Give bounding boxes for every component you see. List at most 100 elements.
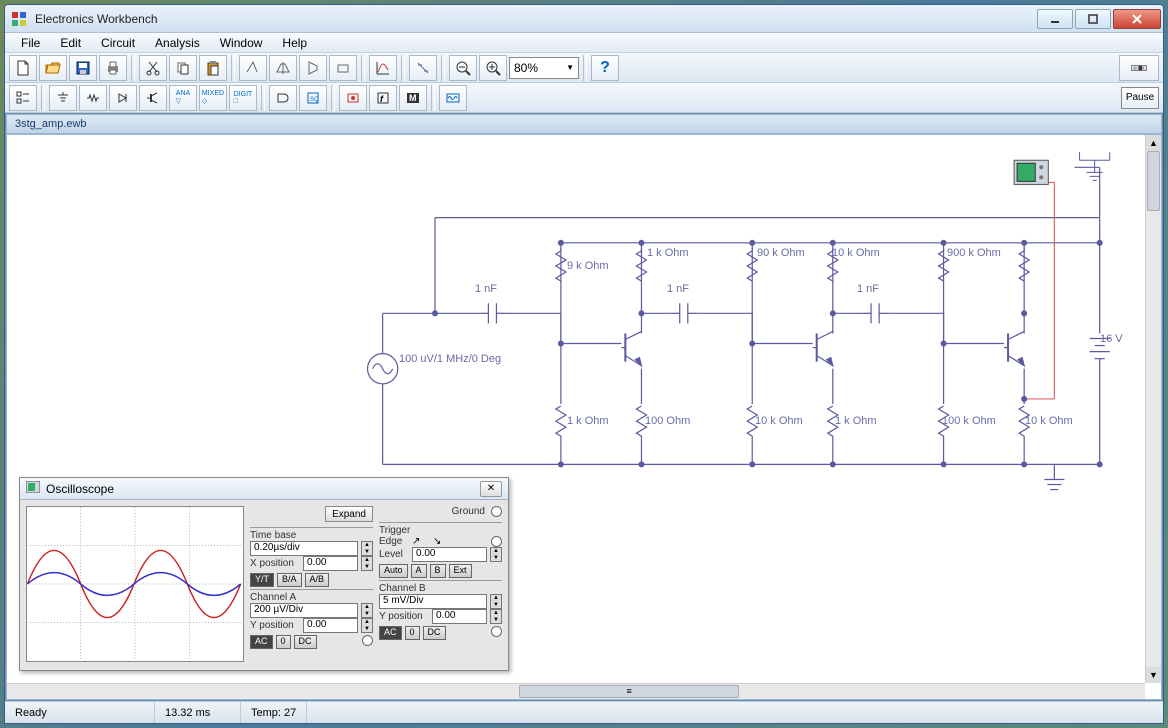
cha-0[interactable]: 0	[276, 635, 291, 649]
save-button[interactable]	[69, 55, 97, 81]
trigger-label: Trigger	[379, 525, 502, 536]
edge-fall[interactable]: ↘	[433, 536, 451, 547]
cut-button[interactable]	[139, 55, 167, 81]
cha-ypos-spin[interactable]: ▲▼	[361, 618, 373, 633]
maximize-button[interactable]	[1075, 9, 1111, 29]
copy-button[interactable]	[169, 55, 197, 81]
r9-label: 1 k Ohm	[835, 415, 877, 427]
new-button[interactable]	[9, 55, 37, 81]
menu-edit[interactable]: Edit	[50, 34, 91, 52]
chb-spin[interactable]: ▲▼	[490, 594, 502, 609]
edge-rise[interactable]: ↗	[412, 536, 430, 547]
zoom-value: 80%	[514, 61, 538, 75]
r4-label: 10 k Ohm	[832, 247, 880, 259]
zoom-out-button[interactable]	[449, 55, 477, 81]
yt-button[interactable]: Y/T	[250, 573, 274, 587]
trig-ext[interactable]: Ext	[449, 564, 472, 578]
simulate-switch[interactable]: OI	[1119, 55, 1159, 81]
subcircuit-button[interactable]	[329, 55, 357, 81]
misc-icon[interactable]: M	[399, 85, 427, 111]
cha-ypos[interactable]: 0.00	[303, 618, 358, 633]
c2-label: 1 nF	[667, 283, 689, 295]
menu-circuit[interactable]: Circuit	[91, 34, 145, 52]
trig-b[interactable]: B	[430, 564, 446, 578]
xpos-input[interactable]: 0.00	[303, 556, 358, 571]
paste-button[interactable]	[199, 55, 227, 81]
cha-probe-radio[interactable]	[362, 635, 373, 646]
graph-button[interactable]	[369, 55, 397, 81]
cha-dc[interactable]: DC	[294, 635, 317, 649]
vertical-scrollbar[interactable]: ▲▼	[1145, 135, 1161, 683]
scope-expand-button[interactable]: Expand	[325, 506, 373, 522]
cha-ac[interactable]: AC	[250, 635, 273, 649]
cha-scale[interactable]: 200 µV/Div	[250, 603, 358, 618]
chb-probe-radio[interactable]	[491, 626, 502, 637]
trig-radio[interactable]	[491, 536, 502, 547]
level-spin[interactable]: ▲▼	[490, 547, 502, 562]
menu-help[interactable]: Help	[272, 34, 317, 52]
transistors-icon[interactable]	[139, 85, 167, 111]
timebase-spin[interactable]: ▲▼	[361, 541, 373, 556]
chb-0[interactable]: 0	[405, 626, 420, 640]
mixed-ics-icon[interactable]: MIXED◇	[199, 85, 227, 111]
pause-button[interactable]: Pause	[1121, 87, 1159, 109]
rotate-button[interactable]	[239, 55, 267, 81]
ab-button[interactable]: A/B	[305, 573, 330, 587]
trig-auto[interactable]: Auto	[379, 564, 408, 578]
trig-level[interactable]: 0.00	[412, 547, 487, 562]
analog-ics-icon[interactable]: ANA▽	[169, 85, 197, 111]
cha-spin[interactable]: ▲▼	[361, 603, 373, 618]
minimize-button[interactable]	[1037, 9, 1073, 29]
digital-icon[interactable]: SQ	[299, 85, 327, 111]
flip-v-button[interactable]	[299, 55, 327, 81]
r1-label: 9 k Ohm	[567, 260, 609, 272]
ground-label: Ground	[452, 506, 485, 517]
chb-ypos-spin[interactable]: ▲▼	[490, 609, 502, 624]
zoom-in-button[interactable]	[479, 55, 507, 81]
digital-ics-icon[interactable]: DIGIT□	[229, 85, 257, 111]
toolbar-main: 80%▼ ? OI	[5, 53, 1163, 83]
sources-icon[interactable]	[49, 85, 77, 111]
instruments-icon[interactable]	[439, 85, 467, 111]
status-bar: Ready 13.32 ms Temp: 27	[5, 701, 1163, 723]
document-title: 3stg_amp.ewb	[6, 114, 1162, 134]
controls-icon[interactable]: f	[369, 85, 397, 111]
ground-radio[interactable]	[491, 506, 502, 517]
properties-button[interactable]	[409, 55, 437, 81]
zoom-select[interactable]: 80%▼	[509, 57, 579, 79]
favorites-icon[interactable]	[9, 85, 37, 111]
print-button[interactable]	[99, 55, 127, 81]
help-button[interactable]: ?	[591, 55, 619, 81]
svg-text:M: M	[409, 93, 417, 103]
svg-text:I: I	[1143, 66, 1144, 70]
diodes-icon[interactable]	[109, 85, 137, 111]
menu-analysis[interactable]: Analysis	[145, 34, 210, 52]
cha-ypos-label: Y position	[250, 620, 300, 631]
timebase-scale[interactable]: 0.20µs/div	[250, 541, 358, 556]
oscilloscope-window[interactable]: Oscilloscope ✕	[19, 477, 509, 671]
scope-icon	[26, 481, 40, 496]
close-button[interactable]	[1113, 9, 1161, 29]
xpos-spin[interactable]: ▲▼	[361, 556, 373, 571]
c3-label: 1 nF	[857, 283, 879, 295]
scope-close-button[interactable]: ✕	[480, 481, 502, 497]
indicators-icon[interactable]	[339, 85, 367, 111]
trig-a[interactable]: A	[411, 564, 427, 578]
logic-gates-icon[interactable]	[269, 85, 297, 111]
horizontal-scrollbar[interactable]: ≡	[7, 683, 1145, 699]
chb-dc[interactable]: DC	[423, 626, 446, 640]
chb-ac[interactable]: AC	[379, 626, 402, 640]
level-label: Level	[379, 549, 409, 560]
xpos-label: X position	[250, 558, 300, 569]
menu-window[interactable]: Window	[210, 34, 273, 52]
flip-h-button[interactable]	[269, 55, 297, 81]
ba-button[interactable]: B/A	[277, 573, 302, 587]
open-button[interactable]	[39, 55, 67, 81]
chb-scale[interactable]: 5 mV/Div	[379, 594, 487, 609]
basic-icon[interactable]	[79, 85, 107, 111]
oscilloscope-instrument-icon	[1014, 160, 1048, 184]
menu-file[interactable]: File	[11, 34, 50, 52]
r8-label: 10 k Ohm	[755, 415, 803, 427]
chb-ypos[interactable]: 0.00	[432, 609, 487, 624]
scope-display[interactable]	[26, 506, 244, 662]
